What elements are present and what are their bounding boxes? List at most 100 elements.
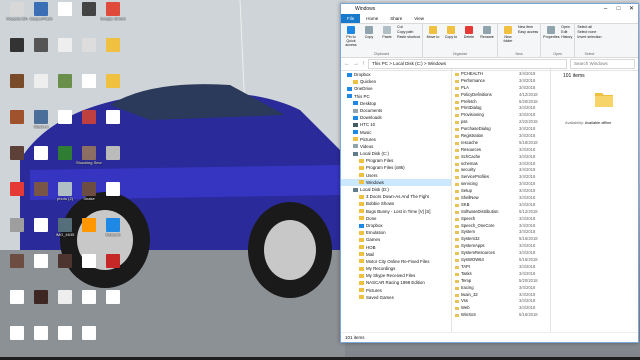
desktop-icon[interactable] [4, 218, 30, 248]
tab-view[interactable]: View [408, 14, 430, 23]
easy-access-button[interactable]: Easy access [518, 30, 538, 35]
file-row[interactable]: schemas 3/4/2018 [452, 161, 550, 168]
desktop-icon[interactable] [76, 290, 102, 320]
nav-item[interactable]: HTC 10 [341, 121, 451, 128]
file-row[interactable]: System32 5/16/2018 [452, 236, 550, 243]
desktop-icon[interactable]: Google Chrome [100, 2, 126, 32]
file-row[interactable]: Tasks 3/4/2018 [452, 271, 550, 278]
file-row[interactable]: Registration 3/4/2018 [452, 133, 550, 140]
nav-item[interactable]: Downloads [341, 114, 451, 121]
paste-button[interactable]: Paste [379, 25, 395, 47]
desktop-icon[interactable]: CasperFlash [28, 2, 54, 32]
desktop-icon[interactable] [76, 218, 102, 248]
file-row[interactable]: Speech_OneCore 3/4/2018 [452, 223, 550, 230]
desktop-icon[interactable] [52, 146, 78, 176]
move-to-button[interactable]: Move to [425, 25, 441, 39]
nav-item[interactable]: Quicken [341, 78, 451, 85]
file-row[interactable]: Web 3/4/2018 [452, 305, 550, 312]
file-row[interactable]: SysWOW64 5/16/2018 [452, 257, 550, 264]
desktop-icon[interactable] [4, 182, 30, 212]
nav-item[interactable]: Dropbox [341, 222, 451, 229]
desktop-icon[interactable]: Network [100, 218, 126, 248]
nav-item[interactable]: Pictures [341, 136, 451, 143]
file-row[interactable]: System 3/4/2018 [452, 229, 550, 236]
desktop-icon[interactable] [52, 254, 78, 284]
nav-item[interactable]: Bobbie Shows [341, 200, 451, 207]
paste-shortcut-button[interactable]: Paste shortcut [397, 35, 420, 40]
properties-button[interactable]: Properties [543, 25, 560, 40]
history-button[interactable]: History [561, 35, 572, 40]
copy-button[interactable]: Copy [361, 25, 377, 47]
desktop-icon[interactable]: photo (2) [52, 182, 78, 212]
nav-item[interactable]: Games [341, 236, 451, 243]
copy-to-button[interactable]: Copy to [443, 25, 459, 39]
desktop-icon[interactable] [100, 38, 126, 68]
file-row[interactable]: PolicyDefinitions 4/12/2018 [452, 92, 550, 99]
file-row[interactable]: Resources 3/4/2018 [452, 147, 550, 154]
delete-button[interactable]: Delete [461, 25, 477, 39]
search-input[interactable]: Search Windows [570, 59, 635, 69]
address-bar[interactable]: This PC > Local Disk (C:) > Windows [368, 59, 567, 69]
nav-item[interactable]: Program Files (x86) [341, 164, 451, 171]
desktop-icon[interactable] [28, 38, 54, 68]
desktop-icon[interactable] [100, 146, 126, 176]
file-row[interactable]: Speech 3/4/2018 [452, 216, 550, 223]
nav-item[interactable]: Dropbox [341, 71, 451, 78]
desktop-icon[interactable] [52, 290, 78, 320]
pin-quick-access-button[interactable]: Pin to Quick access [343, 25, 359, 47]
nav-item[interactable]: NASCAR Racing 1999 Edition [341, 279, 451, 286]
new-folder-button[interactable]: New folder [500, 25, 516, 43]
back-arrow-icon[interactable]: ← [344, 61, 350, 67]
file-row[interactable]: Performance 3/4/2018 [452, 78, 550, 85]
desktop-icon[interactable] [76, 74, 102, 104]
title-bar[interactable]: Windows – □ ✕ [341, 4, 638, 14]
desktop-icon[interactable] [52, 2, 78, 32]
desktop-icon[interactable] [4, 290, 30, 320]
desktop-icon[interactable] [76, 2, 102, 32]
desktop-icon[interactable] [4, 326, 30, 356]
file-row[interactable]: SystemResources 3/4/2018 [452, 250, 550, 257]
file-row[interactable]: PurchaseDialog 3/4/2018 [452, 126, 550, 133]
file-row[interactable]: Provisioning 3/4/2018 [452, 112, 550, 119]
nav-item[interactable]: Local Disk (C:) [341, 150, 451, 157]
nav-item[interactable]: Program Files [341, 157, 451, 164]
nav-item[interactable]: Bugs Bunny - Lost in Time [V] [S] [341, 208, 451, 215]
file-row[interactable]: tracing 3/4/2018 [452, 285, 550, 292]
tab-home[interactable]: Home [360, 14, 384, 23]
invert-selection-button[interactable]: Invert selection [577, 35, 601, 40]
desktop-icon[interactable] [52, 38, 78, 68]
up-arrow-icon[interactable]: ↑ [362, 61, 365, 67]
file-row[interactable]: PLA 3/4/2018 [452, 85, 550, 92]
rename-button[interactable]: Rename [479, 25, 495, 39]
file-row[interactable]: Setup 3/4/2018 [452, 188, 550, 195]
desktop-icon[interactable] [28, 326, 54, 356]
tab-share[interactable]: Share [384, 14, 408, 23]
close-button[interactable]: ✕ [625, 4, 638, 14]
nav-item[interactable]: Documents [341, 107, 451, 114]
nav-item[interactable]: Music [341, 129, 451, 136]
tab-file[interactable]: File [341, 14, 361, 23]
desktop-icon[interactable] [100, 290, 126, 320]
nav-item[interactable]: Desktop [341, 100, 451, 107]
desktop-icon[interactable]: Recycle Bin [4, 2, 30, 32]
file-row[interactable]: ShellNew 3/4/2018 [452, 195, 550, 202]
desktop-icon[interactable] [100, 182, 126, 212]
nav-item[interactable]: Videos [341, 143, 451, 150]
nav-item[interactable]: Saved Games [341, 294, 451, 301]
desktop-icon[interactable] [4, 254, 30, 284]
file-row[interactable]: SoftwareDistribution 5/12/2018 [452, 209, 550, 216]
minimize-button[interactable]: – [599, 4, 612, 14]
nav-item[interactable]: My Recordings [341, 265, 451, 272]
desktop-icon[interactable] [100, 74, 126, 104]
file-row[interactable]: rescache 5/18/2018 [452, 140, 550, 147]
file-row[interactable]: Prefetch 5/20/2018 [452, 99, 550, 106]
forward-arrow-icon[interactable]: → [353, 61, 359, 67]
desktop-icon[interactable] [52, 326, 78, 356]
maximize-button[interactable]: □ [612, 4, 625, 14]
file-row[interactable]: twain_32 3/4/2018 [452, 292, 550, 299]
nav-item[interactable]: Local Disk (D:) [341, 186, 451, 193]
file-row[interactable]: SystemApps 3/4/2018 [452, 243, 550, 250]
desktop-icon[interactable] [28, 290, 54, 320]
nav-item[interactable]: Windows [341, 178, 451, 186]
file-explorer-window[interactable]: Windows – □ ✕ File Home Share View Pin t… [340, 3, 639, 343]
